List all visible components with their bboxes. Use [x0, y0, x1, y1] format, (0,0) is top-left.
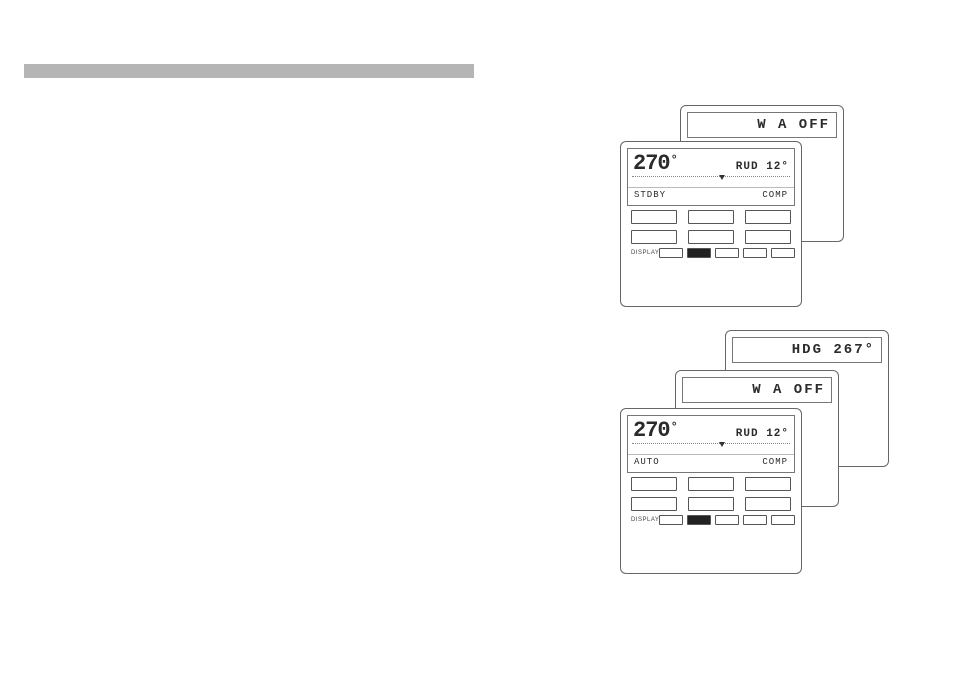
- lcd-banner-text: W A OFF: [757, 117, 830, 133]
- rudder-readout: RUD 12°: [736, 428, 789, 440]
- small-button-active[interactable]: [687, 248, 711, 258]
- small-button[interactable]: [743, 248, 767, 258]
- degree-symbol: °: [671, 153, 677, 167]
- display-caption: DISPLAY: [631, 250, 659, 256]
- device-illustration-auto-group: HDG 267° W A OFF 270° RUD 12° AUTO COMP: [620, 330, 920, 590]
- rudder-label: RUD: [736, 161, 759, 173]
- comp-label: COMP: [762, 457, 788, 467]
- button-rows: [631, 477, 791, 511]
- mode-label: STDBY: [634, 190, 666, 200]
- soft-button[interactable]: [631, 210, 677, 224]
- soft-button[interactable]: [745, 210, 791, 224]
- rudder-readout: RUD 12°: [736, 161, 789, 173]
- soft-button[interactable]: [745, 477, 791, 491]
- button-rows: [631, 210, 791, 244]
- mode-label: AUTO: [634, 457, 660, 467]
- lcd-banner-text: HDG 267°: [792, 342, 875, 358]
- heading-value: 270: [633, 418, 670, 443]
- rudder-label: RUD: [736, 428, 759, 440]
- device-front-panel: 270° RUD 12° AUTO COMP: [620, 408, 802, 574]
- small-button[interactable]: [771, 515, 795, 525]
- lcd-area-front: 270° RUD 12° AUTO COMP: [627, 415, 795, 473]
- display-caption: DISPLAY: [631, 517, 659, 523]
- bottom-button-row: DISPLAY: [631, 515, 791, 525]
- lcd-area-back2: HDG 267°: [732, 337, 882, 363]
- bottom-button-row: DISPLAY: [631, 248, 791, 258]
- soft-button[interactable]: [745, 230, 791, 244]
- soft-button[interactable]: [688, 477, 734, 491]
- soft-button[interactable]: [688, 210, 734, 224]
- soft-button[interactable]: [688, 497, 734, 511]
- small-button[interactable]: [715, 248, 739, 258]
- soft-button[interactable]: [631, 477, 677, 491]
- soft-button[interactable]: [745, 497, 791, 511]
- heading-value: 270: [633, 151, 670, 176]
- soft-button[interactable]: [688, 230, 734, 244]
- soft-button[interactable]: [631, 497, 677, 511]
- heading-readout: 270°: [633, 151, 676, 176]
- small-button[interactable]: [743, 515, 767, 525]
- degree-symbol: °: [671, 420, 677, 434]
- small-button-active[interactable]: [687, 515, 711, 525]
- small-button[interactable]: [659, 248, 683, 258]
- lcd-area-back: W A OFF: [682, 377, 832, 403]
- rudder-pointer-icon: [719, 442, 725, 447]
- lcd-banner-text: W A OFF: [752, 382, 825, 398]
- rudder-scale: [632, 176, 790, 185]
- soft-button[interactable]: [631, 230, 677, 244]
- small-button[interactable]: [771, 248, 795, 258]
- header-gray-bar: [24, 64, 474, 78]
- comp-label: COMP: [762, 190, 788, 200]
- small-button[interactable]: [715, 515, 739, 525]
- lcd-area-back: W A OFF: [687, 112, 837, 138]
- rudder-scale: [632, 443, 790, 452]
- small-button[interactable]: [659, 515, 683, 525]
- rudder-value: 12: [766, 161, 781, 173]
- device-illustration-standby-group: W A OFF 270° RUD 12° STDBY COMP: [620, 105, 890, 305]
- rudder-pointer-icon: [719, 175, 725, 180]
- lcd-area-front: 270° RUD 12° STDBY COMP: [627, 148, 795, 206]
- device-front-panel: 270° RUD 12° STDBY COMP: [620, 141, 802, 307]
- rudder-value: 12: [766, 428, 781, 440]
- heading-readout: 270°: [633, 418, 676, 443]
